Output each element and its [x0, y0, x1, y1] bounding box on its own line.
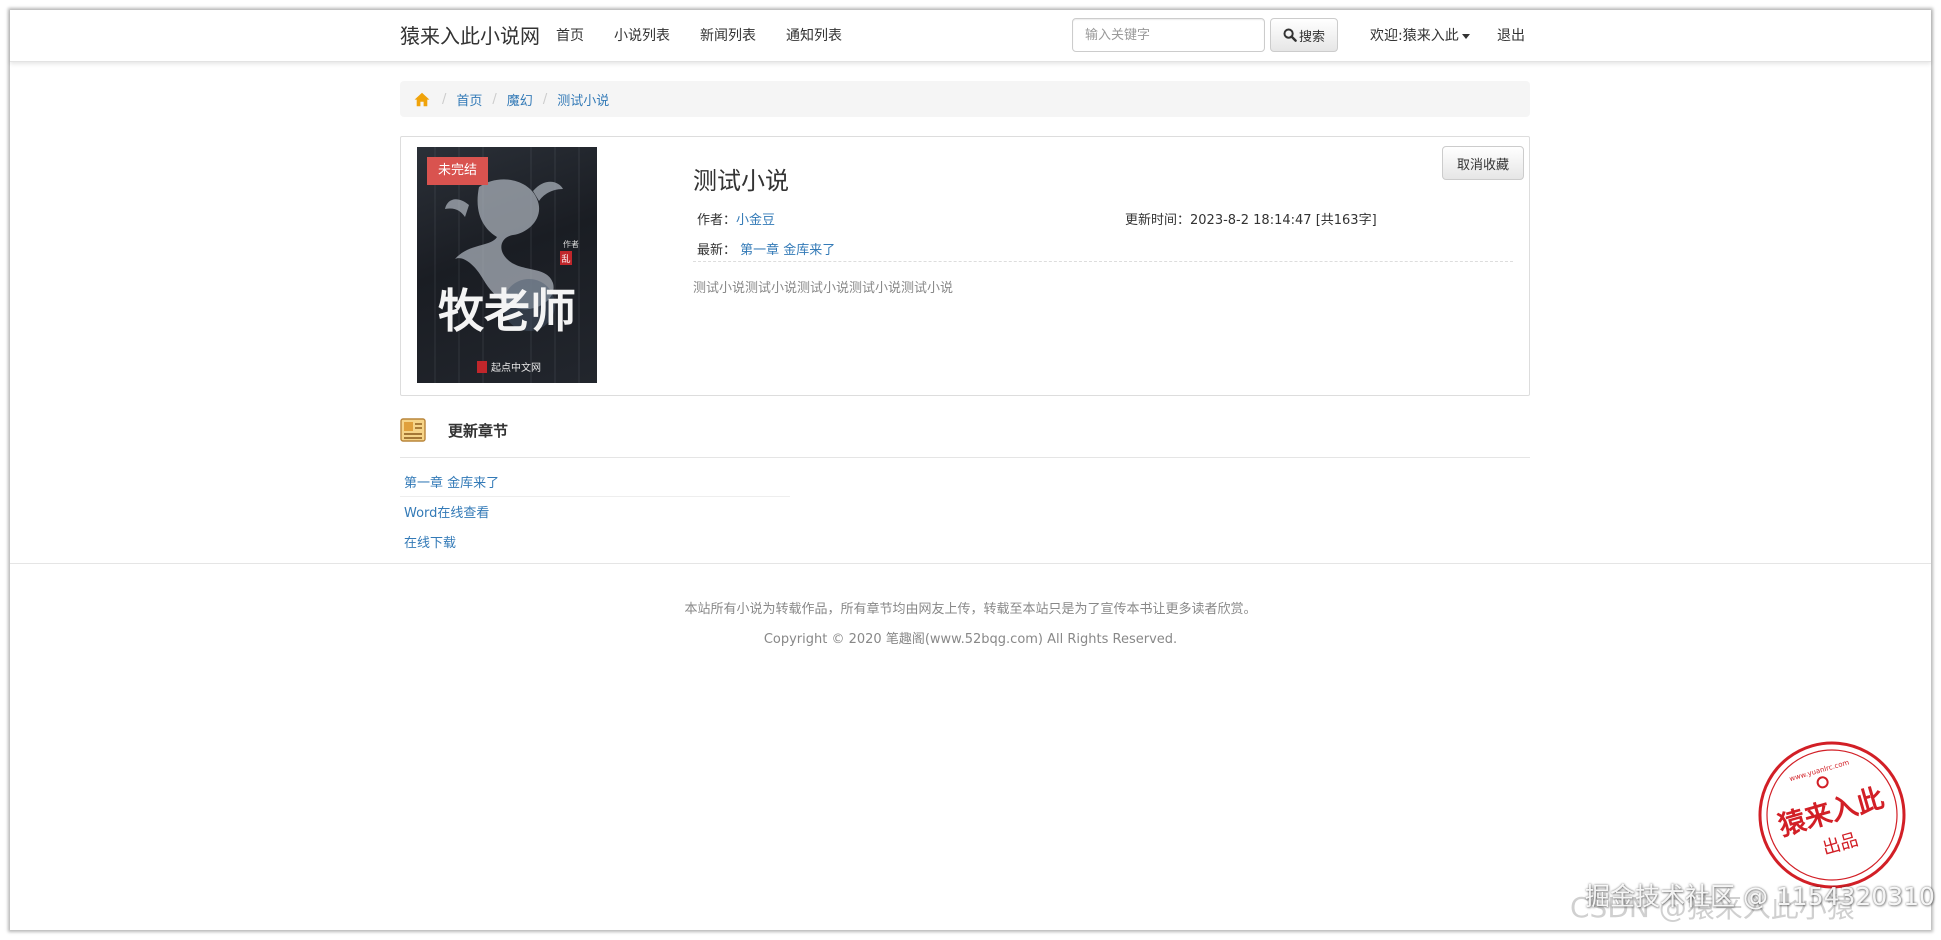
chapter-section-header: 更新章节: [400, 406, 1530, 458]
book-info-panel: 未完结 牧老师 作者 乱 起点中文网 测试小说 作者：小金豆 更新时间：2023…: [400, 136, 1530, 396]
book-cover[interactable]: 未完结 牧老师 作者 乱 起点中文网: [417, 147, 597, 383]
chapter-link[interactable]: 第一章 金库来了: [404, 472, 499, 491]
nav-novel-list[interactable]: 小说列表: [614, 10, 670, 62]
nav-notice-list[interactable]: 通知列表: [786, 10, 842, 62]
home-icon[interactable]: [414, 92, 430, 107]
logout-link[interactable]: 退出: [1497, 10, 1525, 62]
cover-author-label: 作者: [563, 239, 579, 249]
breadcrumb-separator: /: [542, 91, 548, 107]
search-icon: [1283, 28, 1297, 42]
page-frame: 猿来入此小说网 首页 小说列表 新闻列表 通知列表 搜索 欢迎:猿来入此 退出 …: [10, 10, 1931, 930]
footer-divider: [10, 563, 1931, 564]
chapter-section-title: 更新章节: [448, 422, 509, 440]
breadcrumb-home[interactable]: 首页: [456, 90, 482, 109]
update-row: 更新时间：2023-8-2 18:14:47 [共163字]: [1125, 209, 1377, 228]
stamp-seal: www.yuanlrc.com 猿来入此 出品: [1758, 741, 1906, 889]
word-view-link[interactable]: Word在线查看: [404, 502, 489, 521]
user-menu-dropdown[interactable]: 欢迎:猿来入此: [1370, 10, 1470, 62]
caret-down-icon: [1461, 33, 1470, 39]
footer-notice: 本站所有小说为转载作品，所有章节均由网友上传，转载至本站只是为了宣传本书让更多读…: [684, 602, 1257, 617]
stamp-sub: 出品: [1820, 829, 1860, 859]
book-title: 测试小说: [693, 167, 789, 195]
author-link[interactable]: 小金豆: [736, 213, 775, 228]
info-divider: [693, 261, 1513, 262]
cover-author-mark: 乱: [561, 254, 570, 265]
author-label: 作者：: [697, 213, 737, 228]
brand-logo[interactable]: 猿来入此小说网: [400, 10, 540, 62]
book-list-icon: [400, 418, 426, 442]
update-time: 2023-8-2 18:14:47: [1190, 213, 1312, 228]
search-input[interactable]: [1072, 18, 1265, 52]
status-badge: 未完结: [427, 157, 489, 185]
cover-title: 牧老师: [438, 284, 576, 338]
footer-copyright: Copyright © 2020 笔趣阁(www.52bqg.com) All …: [763, 632, 1178, 647]
update-label: 更新时间：: [1125, 213, 1191, 228]
latest-chapter-link[interactable]: 第一章 金库来了: [740, 243, 835, 258]
unfavorite-button[interactable]: 取消收藏: [1442, 146, 1524, 180]
nav-home[interactable]: 首页: [556, 10, 584, 62]
search-button[interactable]: 搜索: [1270, 18, 1338, 52]
latest-row: 最新： 第一章 金库来了: [697, 239, 835, 258]
stamp-main: 猿来入此: [1774, 783, 1887, 843]
chapter-divider: [400, 496, 790, 497]
nav-news-list[interactable]: 新闻列表: [700, 10, 756, 62]
cover-publisher: 起点中文网: [491, 361, 541, 374]
breadcrumb-separator: /: [442, 91, 447, 107]
search-button-label: 搜索: [1298, 29, 1325, 45]
navbar: 猿来入此小说网 首页 小说列表 新闻列表 通知列表 搜索 欢迎:猿来入此 退出: [10, 10, 1931, 62]
breadcrumb-current[interactable]: 测试小说: [557, 90, 609, 109]
breadcrumb-category[interactable]: 魔幻: [507, 90, 533, 109]
latest-label: 最新：: [697, 243, 737, 258]
breadcrumb: / 首页 / 魔幻 / 测试小说: [400, 81, 1530, 117]
book-description: 测试小说测试小说测试小说测试小说测试小说: [693, 281, 954, 296]
watermark-text: 掘金技术社区 @ 1154320310: [1585, 882, 1935, 911]
author-row: 作者：小金豆: [697, 209, 775, 228]
welcome-text: 欢迎:猿来入此: [1370, 28, 1459, 44]
download-link[interactable]: 在线下载: [404, 532, 456, 551]
breadcrumb-separator: /: [492, 91, 497, 107]
word-count: [共163字]: [1315, 213, 1377, 228]
